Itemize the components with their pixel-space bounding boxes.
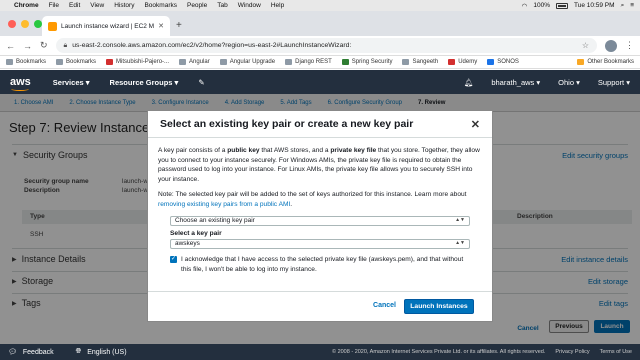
dialog-footer: Cancel Launch Instances [148, 291, 492, 321]
clock[interactable]: Tue 10:59 PM [574, 2, 615, 9]
menu-tab[interactable]: Tab [217, 2, 227, 9]
bookmark-item[interactable]: Django REST [285, 59, 332, 65]
copyright: © 2008 - 2020, Amazon Internet Services … [331, 349, 546, 355]
select-arrows-icon: ▲▼ [455, 216, 465, 223]
menu-help[interactable]: Help [271, 2, 284, 9]
folder-icon [341, 59, 349, 65]
menu-window[interactable]: Window [238, 2, 261, 9]
account-menu[interactable]: bharath_aws ▾ [491, 78, 540, 87]
window-controls [8, 20, 42, 28]
launch-instances-button[interactable]: Launch Instances [404, 299, 474, 314]
close-window-icon[interactable] [8, 20, 16, 28]
menu-file[interactable]: File [49, 2, 59, 9]
wifi-icon[interactable]: ◠ [522, 2, 528, 10]
folder-icon [56, 59, 64, 65]
key-pair-mode-select[interactable]: Choose an existing key pair ▲▼ [170, 215, 470, 226]
key-pair-note: Note: The selected key pair will be adde… [158, 191, 467, 208]
reload-icon[interactable]: ↻ [40, 40, 48, 51]
acknowledge-checkbox[interactable]: ✓ [170, 256, 177, 264]
key-pair-dialog: Select an existing key pair or create a … [147, 110, 493, 322]
chrome-menu-icon[interactable]: ⋮ [625, 40, 634, 51]
aws-favicon-icon [48, 21, 57, 31]
pin-icon[interactable]: ✎ [198, 78, 204, 87]
terms-of-use-link[interactable]: Terms of Use [600, 349, 632, 355]
profile-avatar[interactable] [605, 39, 617, 52]
browser-toolbar: ← → ↻ 🔒︎ us-east-2.console.aws.amazon.co… [0, 36, 640, 56]
bookmark-item[interactable]: Bookmarks [6, 59, 46, 65]
bookmark-item[interactable]: Angular [179, 59, 210, 65]
mac-menubar: Chrome File Edit View History Bookmarks … [0, 0, 640, 11]
bookmark-item[interactable]: Mitsubishi-Pajero-... [106, 59, 169, 65]
key-pair-label: Select a key pair [170, 229, 222, 237]
menu-edit[interactable]: Edit [69, 2, 80, 9]
close-icon[interactable]: ✕ [471, 118, 480, 131]
folder-icon [179, 59, 187, 65]
tab-title: Launch instance wizard | EC2 M [61, 22, 155, 30]
key-pair-select[interactable]: awskeys ▲▼ [170, 239, 470, 250]
bookmark-item[interactable]: Bookmarks [56, 59, 96, 65]
search-icon[interactable]: ⌕ [621, 2, 625, 10]
dialog-title: Select an existing key pair or create a … [160, 118, 414, 130]
folder-icon [402, 59, 410, 65]
lock-icon[interactable]: 🔒︎ [64, 42, 68, 50]
feedback-link[interactable]: Feedback [23, 349, 54, 356]
url-text: us-east-2.console.aws.amazon.com/ec2/v2/… [72, 42, 352, 49]
browser-tab-active[interactable]: Launch instance wizard | EC2 M ✕ [42, 16, 170, 36]
menu-people[interactable]: People [187, 2, 207, 9]
select-arrows-icon: ▲▼ [455, 240, 465, 247]
bookmark-item[interactable]: Sangeeth [402, 59, 438, 65]
bookmark-item[interactable]: Angular Upgrade [219, 59, 275, 65]
dialog-header: Select an existing key pair or create a … [148, 111, 492, 138]
services-menu[interactable]: Services ▾ [53, 78, 90, 87]
dialog-body: A key pair consists of a public key that… [148, 138, 492, 274]
globe-icon: 🌐︎ [75, 348, 82, 355]
sonos-icon [487, 59, 495, 65]
aws-logo[interactable]: aws [10, 76, 31, 91]
browser-tab-strip: Launch instance wizard | EC2 M ✕ + [0, 11, 640, 36]
close-tab-icon[interactable]: ✕ [158, 22, 164, 30]
menu-history[interactable]: History [114, 2, 134, 9]
feedback-icon: 💬︎ [8, 349, 17, 356]
resource-groups-menu[interactable]: Resource Groups ▾ [110, 78, 179, 87]
back-icon[interactable]: ← [6, 41, 15, 51]
bookmark-item[interactable]: Spring Security [341, 59, 392, 65]
menu-bookmarks[interactable]: Bookmarks [144, 2, 177, 9]
acknowledge-text: I acknowledge that I have access to the … [181, 256, 464, 273]
language-selector[interactable]: English (US) [87, 349, 126, 356]
privacy-policy-link[interactable]: Privacy Policy [555, 349, 589, 355]
menu-chrome[interactable]: Chrome [14, 2, 39, 9]
aws-console-nav: aws Services ▾ Resource Groups ▾ ✎ 🔔︎ bh… [0, 70, 640, 94]
support-menu[interactable]: Support ▾ [598, 78, 630, 87]
dialog-cancel-link[interactable]: Cancel [373, 302, 396, 309]
folder-icon [577, 59, 585, 65]
removing-key-pairs-link[interactable]: removing existing key pairs from a publi… [158, 201, 290, 208]
menu-list-icon[interactable]: ≡ [630, 2, 634, 9]
folder-icon [285, 59, 293, 65]
udemy-icon [448, 59, 456, 65]
folder-icon [219, 59, 227, 65]
console-footer: 💬︎ Feedback 🌐︎ English (US) © 2008 - 202… [0, 344, 640, 360]
acknowledge-row: ✓ I acknowledge that I have access to th… [170, 255, 470, 274]
address-bar[interactable]: 🔒︎ us-east-2.console.aws.amazon.com/ec2/… [55, 38, 597, 53]
menu-view[interactable]: View [90, 2, 104, 9]
bookmark-star-icon[interactable]: ☆ [582, 41, 589, 50]
maximize-window-icon[interactable] [34, 20, 42, 28]
new-tab-icon[interactable]: + [176, 20, 182, 31]
bookmark-item[interactable]: Udemy [448, 59, 477, 65]
forward-icon[interactable]: → [23, 41, 32, 51]
site-icon [106, 59, 114, 65]
apps-icon [6, 59, 13, 65]
bell-icon[interactable]: 🔔︎ [464, 78, 474, 87]
bookmarks-bar: Bookmarks Bookmarks Mitsubishi-Pajero-..… [0, 56, 640, 69]
other-bookmarks[interactable]: Other Bookmarks [577, 59, 634, 65]
region-menu[interactable]: Ohio ▾ [558, 78, 580, 87]
battery-percent: 100% [533, 2, 550, 9]
key-pair-explanation: A key pair consists of a public key that… [158, 147, 480, 183]
bookmark-item[interactable]: SONOS [487, 59, 519, 65]
battery-icon[interactable] [555, 2, 568, 9]
minimize-window-icon[interactable] [21, 20, 29, 28]
